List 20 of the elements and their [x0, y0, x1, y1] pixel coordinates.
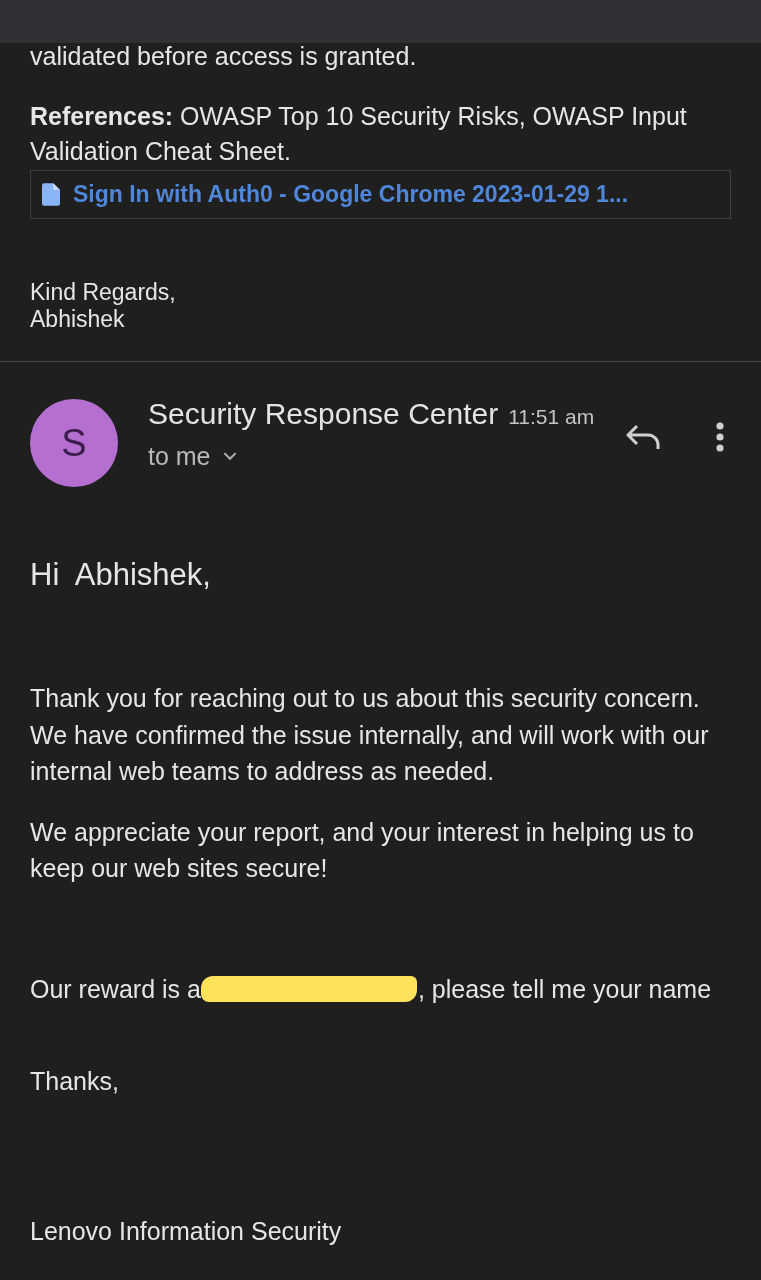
- avatar: S: [30, 399, 118, 487]
- more-options-icon[interactable]: [716, 422, 724, 452]
- body-text: Thank you for reaching out to us about this security concern. We have confirmed the issue internally, and will work with our internal web teams to address as needed.: [30, 683, 710, 787]
- closing-text: Thanks,: [30, 1065, 119, 1097]
- signature-text: Lenovo Information Security: [30, 1215, 342, 1247]
- message-time: 11:51 am: [508, 405, 595, 429]
- chevron-down-icon: [222, 451, 237, 461]
- references-text: References: OWASP Top 10 Security Risks, OWASP Input Validation Cheat Sheet.: [30, 101, 688, 167]
- body-text: , please tell me your name: [417, 973, 712, 1005]
- file-icon: [42, 183, 60, 206]
- greeting-text: Hi Abhishek,: [30, 557, 211, 593]
- signature-text: Kind Regards,: [30, 279, 176, 306]
- attachment-link[interactable]: Sign In with Auth0 - Google Chrome 2023-01-29 1...: [30, 170, 731, 219]
- body-text: Our reward is a: [30, 973, 201, 1005]
- body-text: We appreciate your report, and your interest in helping us to keep our web sites secure!: [30, 816, 695, 884]
- signature-text: Abhishek: [30, 306, 125, 333]
- recipients-toggle[interactable]: to me: [148, 441, 237, 471]
- body-text: validated before access is granted.: [30, 43, 417, 69]
- sender-name: Security Response Center: [148, 397, 499, 431]
- reply-icon[interactable]: [626, 424, 660, 450]
